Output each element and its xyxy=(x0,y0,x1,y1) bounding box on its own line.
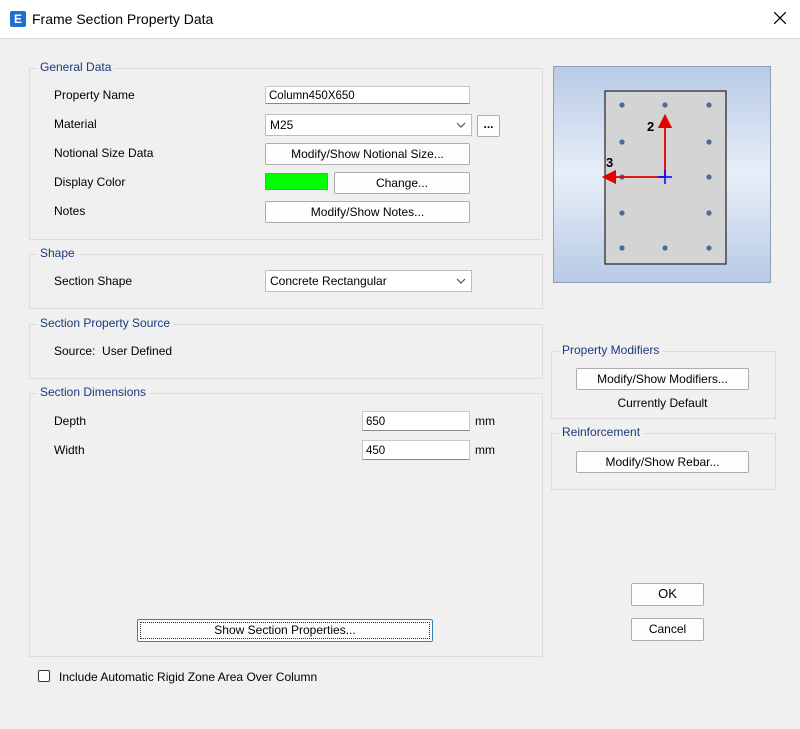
change-color-button[interactable]: Change... xyxy=(334,172,470,194)
rebar-dot xyxy=(619,139,625,145)
show-section-properties-button[interactable]: Show Section Properties... xyxy=(137,619,433,642)
app-logo-icon: E xyxy=(10,11,26,27)
section-shape-label: Section Shape xyxy=(54,274,133,288)
modifiers-status: Currently Default xyxy=(617,396,708,410)
property-name-input[interactable]: Column450X650 xyxy=(265,86,470,104)
axis-3-label: 3 xyxy=(606,155,613,170)
property-name-label: Property Name xyxy=(54,88,135,102)
modify-modifiers-button[interactable]: Modify/Show Modifiers... xyxy=(576,368,749,390)
notes-label: Notes xyxy=(54,204,86,218)
display-color-swatch[interactable] xyxy=(265,173,328,190)
rebar-dot xyxy=(662,102,668,108)
cancel-button[interactable]: Cancel xyxy=(631,618,704,641)
material-select[interactable]: M25 xyxy=(265,114,472,136)
material-more-button[interactable]: ... xyxy=(477,115,500,137)
title-bar: E Frame Section Property Data xyxy=(0,0,800,39)
rebar-dot xyxy=(706,139,712,145)
material-label: Material xyxy=(54,117,97,131)
general-data-legend: General Data xyxy=(37,60,115,74)
notional-size-label: Notional Size Data xyxy=(54,146,154,160)
rebar-dot xyxy=(706,174,712,180)
depth-input[interactable]: 650 xyxy=(362,411,470,431)
display-color-label: Display Color xyxy=(54,175,126,189)
shape-legend: Shape xyxy=(37,246,78,260)
section-preview-drawing: 2 3 xyxy=(554,67,770,282)
close-button[interactable] xyxy=(760,0,800,38)
modify-rebar-button[interactable]: Modify/Show Rebar... xyxy=(576,451,749,473)
axis-2-label: 2 xyxy=(647,119,654,134)
rebar-dot xyxy=(706,210,712,216)
rigid-zone-checkbox-label: Include Automatic Rigid Zone Area Over C… xyxy=(59,670,318,684)
rebar-dot xyxy=(706,102,712,108)
depth-unit: mm xyxy=(475,414,495,428)
chevron-down-icon xyxy=(456,278,466,284)
section-property-source-legend: Section Property Source xyxy=(37,316,174,330)
depth-label: Depth xyxy=(54,414,87,428)
width-unit: mm xyxy=(475,443,495,457)
close-icon xyxy=(774,12,786,24)
reinforcement-legend: Reinforcement xyxy=(559,425,644,439)
rebar-dot xyxy=(619,245,625,251)
section-dimensions-group: Section Dimensions xyxy=(29,385,543,657)
rebar-dot xyxy=(662,245,668,251)
chevron-down-icon xyxy=(456,122,466,128)
section-dimensions-legend: Section Dimensions xyxy=(37,385,150,399)
ok-button[interactable]: OK xyxy=(631,583,704,606)
notes-button[interactable]: Modify/Show Notes... xyxy=(265,201,470,223)
material-select-value: M25 xyxy=(270,118,294,132)
notional-size-button[interactable]: Modify/Show Notional Size... xyxy=(265,143,470,165)
section-shape-select[interactable]: Concrete Rectangular xyxy=(265,270,472,292)
rebar-dot xyxy=(706,245,712,251)
rebar-dot xyxy=(619,102,625,108)
width-input[interactable]: 450 xyxy=(362,440,470,460)
source-text: Source: User Defined xyxy=(54,344,173,358)
section-shape-value: Concrete Rectangular xyxy=(270,274,387,288)
width-label: Width xyxy=(54,443,85,457)
window-title: Frame Section Property Data xyxy=(32,11,214,27)
property-modifiers-legend: Property Modifiers xyxy=(559,343,663,357)
rebar-dot xyxy=(619,210,625,216)
rigid-zone-checkbox[interactable] xyxy=(38,670,50,682)
section-preview: 2 3 xyxy=(553,66,771,283)
